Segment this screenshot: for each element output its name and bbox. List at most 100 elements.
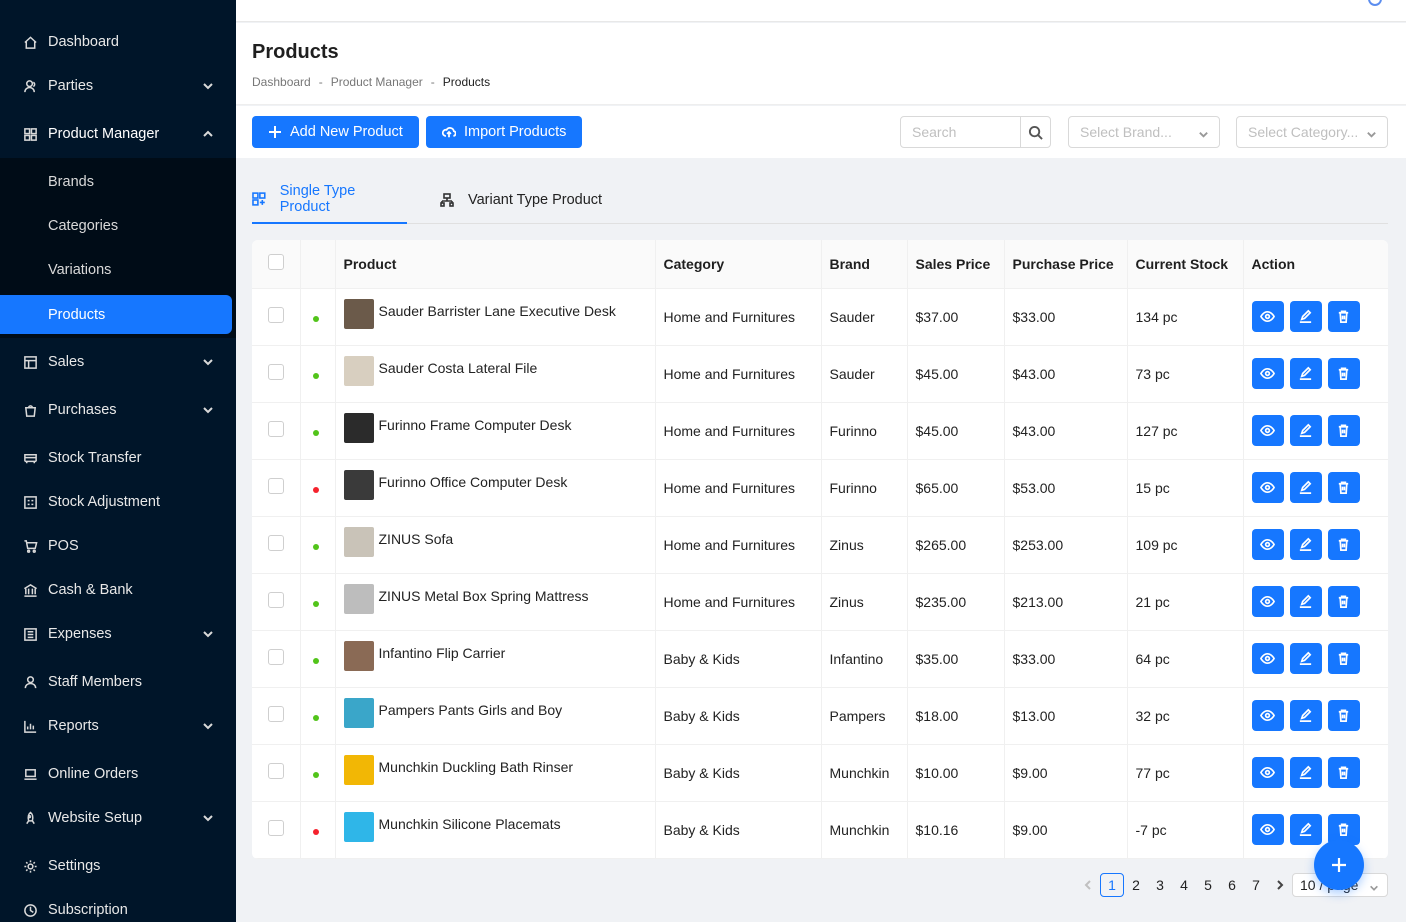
edit-button[interactable] [1289,415,1322,446]
row-checkbox[interactable] [268,535,284,551]
sidebar-item-product-manager[interactable]: Product Manager [0,114,236,154]
add-new-product-button[interactable]: Add New Product [252,116,419,148]
submenu-item-categories[interactable]: Categories [0,206,236,246]
row-checkbox[interactable] [268,820,284,836]
delete-button[interactable] [1327,757,1360,788]
brand-cell: Munchkin [821,744,908,802]
edit-button[interactable] [1289,472,1322,503]
page-5-button[interactable]: 5 [1196,873,1220,897]
column-header-category[interactable]: Category [655,240,822,289]
tab-single-type-product[interactable]: Single Type Product [252,176,407,224]
product-name[interactable]: Sauder Costa Lateral File [379,360,538,376]
edit-button[interactable] [1289,301,1322,332]
sidebar-item-stock-transfer[interactable]: Stock Transfer [0,438,236,478]
edit-button[interactable] [1289,529,1322,560]
import-products-button[interactable]: Import Products [426,116,583,148]
sidebar-item-settings[interactable]: Settings [0,846,236,886]
view-button[interactable] [1251,415,1284,446]
view-button[interactable] [1251,358,1284,389]
product-name[interactable]: Infantino Flip Carrier [379,645,506,661]
row-checkbox[interactable] [268,307,284,323]
product-name[interactable]: Munchkin Silicone Placemats [379,816,561,832]
page-3-button[interactable]: 3 [1148,873,1172,897]
search-button[interactable] [1020,117,1050,147]
sidebar-item-dashboard[interactable]: Dashboard [0,22,236,62]
sidebar-item-subscription[interactable]: Subscription [0,890,236,922]
delete-button[interactable] [1327,415,1360,446]
edit-button[interactable] [1289,586,1322,617]
column-header-product[interactable]: Product [335,240,656,289]
page-6-button[interactable]: 6 [1220,873,1244,897]
product-name[interactable]: ZINUS Sofa [379,531,454,547]
column-header-purchase-price[interactable]: Purchase Price [1004,240,1128,289]
page-2-button[interactable]: 2 [1124,873,1148,897]
product-name[interactable]: Pampers Pants Girls and Boy [379,702,563,718]
submenu-item-brands[interactable]: Brands [0,162,236,202]
sidebar-item-online-orders[interactable]: Online Orders [0,754,236,794]
view-button[interactable] [1251,472,1284,503]
sidebar-item-stock-adjustment[interactable]: Stock Adjustment [0,482,236,522]
category-select[interactable]: Select Category... [1236,116,1388,148]
page-7-button[interactable]: 7 [1244,873,1268,897]
delete-button[interactable] [1327,472,1360,503]
sidebar-item-website-setup[interactable]: Website Setup [0,798,236,838]
column-header-current-stock[interactable]: Current Stock [1127,240,1244,289]
breadcrumb-dashboard[interactable]: Dashboard [252,75,311,89]
sidebar-item-expenses[interactable]: Expenses [0,614,236,654]
edit-button[interactable] [1289,757,1322,788]
product-name[interactable]: Sauder Barrister Lane Executive Desk [379,303,616,319]
row-checkbox[interactable] [268,592,284,608]
row-checkbox[interactable] [268,706,284,722]
view-button[interactable] [1251,700,1284,731]
edit-button[interactable] [1289,643,1322,674]
product-name[interactable]: Munchkin Duckling Bath Rinser [379,759,574,775]
submenu-item-variations[interactable]: Variations [0,250,236,290]
column-header-brand[interactable]: Brand [821,240,908,289]
product-name[interactable]: Furinno Frame Computer Desk [379,417,572,433]
breadcrumb-product-manager[interactable]: Product Manager [331,75,423,89]
edit-button[interactable] [1289,700,1322,731]
next-page-button[interactable] [1268,873,1292,897]
row-checkbox[interactable] [268,421,284,437]
edit-button[interactable] [1289,358,1322,389]
view-button[interactable] [1251,586,1284,617]
column-header-sales-price[interactable]: Sales Price [907,240,1005,289]
sidebar-item-cash-bank[interactable]: Cash & Bank [0,570,236,610]
brand-select[interactable]: Select Brand... [1068,116,1220,148]
view-button[interactable] [1251,814,1284,845]
product-name[interactable]: Furinno Office Computer Desk [379,474,568,490]
row-checkbox[interactable] [268,364,284,380]
page-1-button[interactable]: 1 [1100,873,1124,897]
edit-button[interactable] [1289,814,1322,845]
view-button[interactable] [1251,529,1284,560]
sales-price-cell: $10.16 [907,801,1005,859]
submenu-item-products[interactable]: Products [0,295,232,334]
user-avatar[interactable] [1368,0,1382,6]
delete-button[interactable] [1327,586,1360,617]
delete-button[interactable] [1327,529,1360,560]
prev-page-button[interactable] [1076,873,1100,897]
select-all-checkbox[interactable] [268,254,284,271]
delete-button[interactable] [1327,700,1360,731]
tab-variant-type-product[interactable]: Variant Type Product [440,176,602,224]
row-checkbox[interactable] [268,478,284,494]
sidebar-item-sales[interactable]: Sales [0,342,236,382]
sidebar-item-pos[interactable]: POS [0,526,236,566]
sidebar-item-purchases[interactable]: Purchases [0,390,236,430]
search-input[interactable] [901,117,1020,147]
sidebar-item-staff-members[interactable]: Staff Members [0,662,236,702]
view-button[interactable] [1251,643,1284,674]
floating-add-button[interactable] [1314,840,1364,890]
row-checkbox[interactable] [268,763,284,779]
delete-icon [1338,709,1349,722]
page-4-button[interactable]: 4 [1172,873,1196,897]
sidebar-item-parties[interactable]: Parties [0,66,236,106]
delete-button[interactable] [1327,358,1360,389]
row-checkbox[interactable] [268,649,284,665]
view-button[interactable] [1251,757,1284,788]
delete-button[interactable] [1327,643,1360,674]
sidebar-item-reports[interactable]: Reports [0,706,236,746]
view-button[interactable] [1251,301,1284,332]
delete-button[interactable] [1327,301,1360,332]
product-name[interactable]: ZINUS Metal Box Spring Mattress [379,588,589,604]
